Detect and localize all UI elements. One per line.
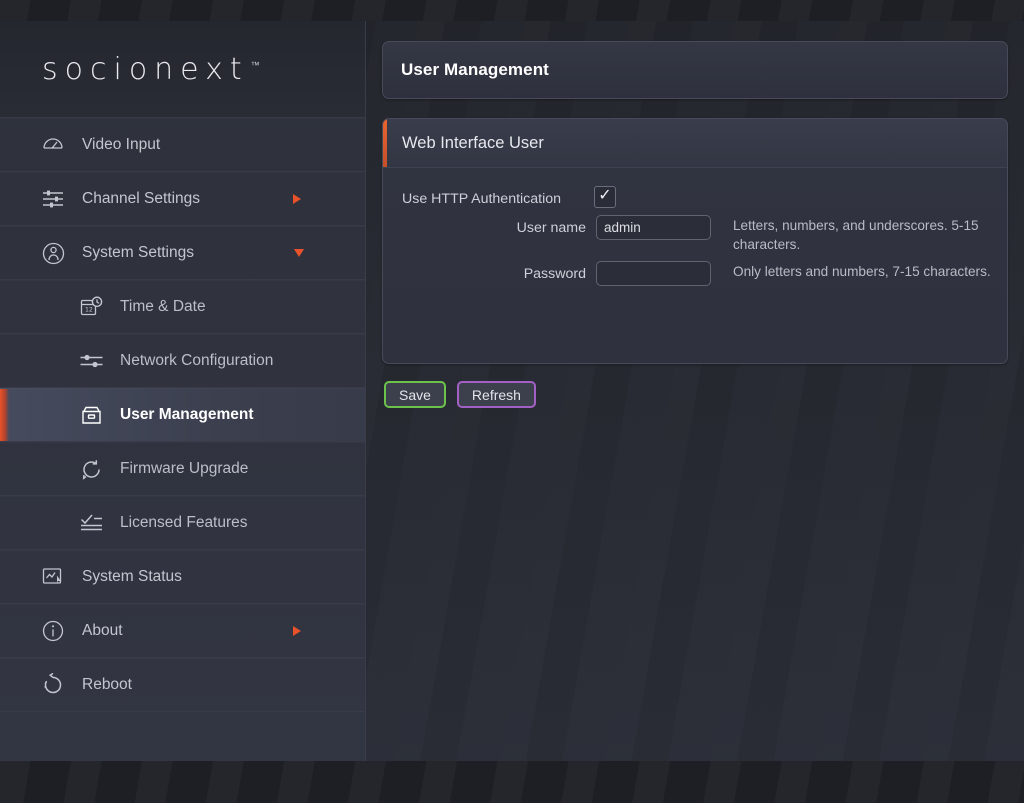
sidebar: socionext ™ Video Input Channel Settings…	[0, 21, 366, 761]
sidebar-item-label: Network Configuration	[120, 352, 274, 369]
reboot-icon	[38, 670, 68, 700]
sidebar-item-firmware-upgrade[interactable]: Firmware Upgrade	[0, 442, 365, 496]
chevron-right-icon	[293, 194, 301, 204]
top-texture-band	[0, 0, 1024, 21]
app-window: socionext ™ Video Input Channel Settings…	[0, 0, 1024, 803]
form-body: Use HTTP Authentication ✓ User name Lett…	[383, 168, 1007, 286]
checklist-icon	[76, 508, 106, 538]
check-icon: ✓	[598, 187, 612, 204]
page-title: User Management	[401, 60, 549, 79]
calendar-clock-icon: 12	[76, 292, 106, 322]
monitor-chart-icon	[38, 562, 68, 592]
chevron-down-icon	[294, 249, 304, 257]
sidebar-item-system-settings[interactable]: System Settings	[0, 226, 365, 280]
sidebar-item-label: System Settings	[82, 244, 194, 261]
username-hint: Letters, numbers, and underscores. 5-15 …	[733, 218, 979, 252]
sidebar-item-label: Video Input	[82, 136, 161, 153]
brand-logo: socionext ™	[0, 21, 365, 118]
sidebar-item-label: Reboot	[82, 676, 132, 693]
sliders-icon	[76, 346, 106, 376]
refresh-button[interactable]: Refresh	[456, 381, 536, 408]
sidebar-item-label: Licensed Features	[120, 514, 248, 531]
refresh-circle-icon	[76, 454, 106, 484]
password-hint: Only letters and numbers, 7-15 character…	[733, 264, 991, 279]
user-circle-icon	[38, 238, 68, 268]
sidebar-item-label: Channel Settings	[82, 190, 201, 207]
save-button[interactable]: Save	[384, 381, 446, 408]
password-input[interactable]	[596, 261, 711, 286]
web-interface-user-panel: Web Interface User Use HTTP Authenticati…	[382, 118, 1008, 364]
action-buttons: Save Refresh	[382, 381, 1008, 408]
sidebar-item-label: About	[82, 622, 123, 639]
sidebar-item-reboot[interactable]: Reboot	[0, 658, 365, 712]
info-circle-icon	[38, 616, 68, 646]
sidebar-item-system-status[interactable]: System Status	[0, 550, 365, 604]
sidebar-item-video-input[interactable]: Video Input	[0, 118, 365, 172]
bottom-texture-band	[0, 761, 1024, 803]
sidebar-item-label: User Management	[120, 406, 254, 423]
sliders-icon	[38, 184, 68, 214]
sidebar-item-network-configuration[interactable]: Network Configuration	[0, 334, 365, 388]
sidebar-item-licensed-features[interactable]: Licensed Features	[0, 496, 365, 550]
username-input[interactable]	[596, 215, 711, 240]
http-auth-checkbox[interactable]: ✓	[594, 186, 616, 208]
section-header: Web Interface User	[383, 119, 1007, 168]
archive-box-icon	[76, 400, 106, 430]
username-label: User name	[516, 220, 586, 236]
password-label: Password	[523, 266, 586, 282]
sidebar-item-label: Firmware Upgrade	[120, 460, 249, 477]
brand-name-text: socionext	[42, 51, 249, 87]
http-auth-row: Use HTTP Authentication ✓	[383, 186, 1007, 208]
trademark-symbol: ™	[250, 60, 260, 71]
section-title: Web Interface User	[402, 133, 544, 152]
svg-text:12: 12	[85, 306, 93, 313]
sidebar-item-time-and-date[interactable]: 12 Time & Date	[0, 280, 365, 334]
username-row: User name Letters, numbers, and undersco…	[383, 215, 1007, 254]
sidebar-item-user-management[interactable]: User Management	[0, 388, 365, 442]
page-title-bar: User Management	[382, 41, 1008, 99]
sidebar-nav: Video Input Channel Settings System Sett…	[0, 118, 365, 712]
main-content: User Management Web Interface User Use H…	[366, 21, 1024, 761]
sidebar-item-label: Time & Date	[120, 298, 206, 315]
http-auth-label: Use HTTP Authentication	[402, 191, 562, 207]
sidebar-item-label: System Status	[82, 568, 182, 585]
sidebar-item-about[interactable]: About	[0, 604, 365, 658]
brand-name: socionext ™	[42, 52, 260, 87]
gauge-icon	[38, 130, 68, 160]
password-row: Password Only letters and numbers, 7-15 …	[383, 261, 1007, 286]
chevron-right-icon	[293, 626, 301, 636]
sidebar-item-channel-settings[interactable]: Channel Settings	[0, 172, 365, 226]
